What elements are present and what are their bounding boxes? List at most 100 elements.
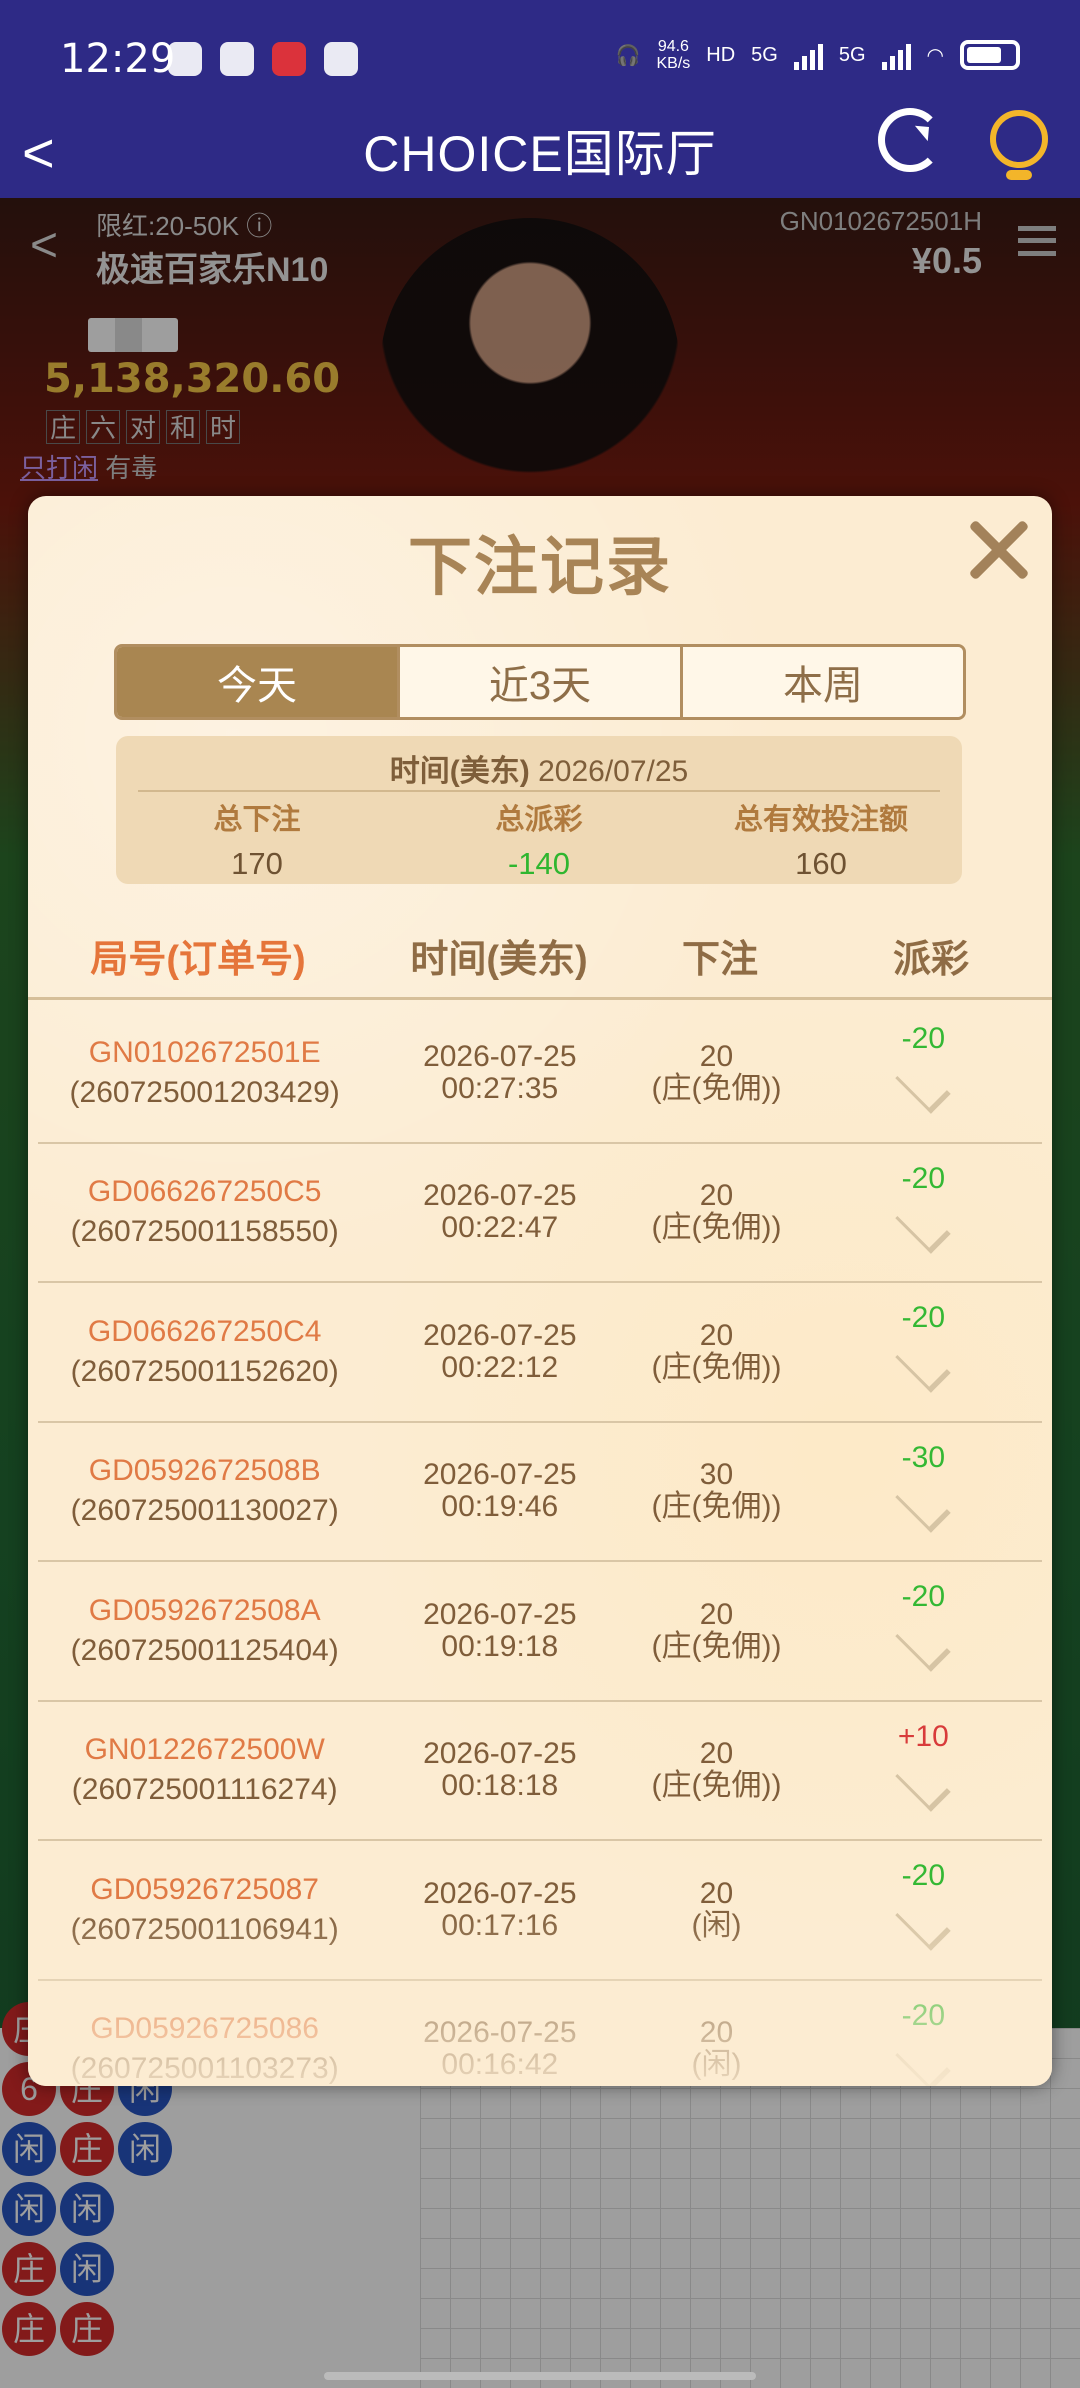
bet-amount: 20 (699, 1597, 734, 1631)
bet-time: 00:19:18 (441, 1629, 559, 1663)
round-id: GD0592672508A (88, 1593, 321, 1627)
table-row[interactable]: GD0592672508B (260725001130027) 2026-07-25… (38, 1423, 1042, 1562)
bet-date: 2026-07-25 (423, 1039, 577, 1073)
signal-label-1: 5G (751, 43, 778, 66)
bet-date: 2026-07-25 (423, 1876, 577, 1910)
map-app-icon (324, 42, 358, 76)
chevron-down-icon[interactable] (895, 1616, 952, 1672)
summary-date-label: 时间(美东) (389, 755, 530, 788)
table-header: 局号(订单号) 时间(美东) 下注 派彩 (28, 914, 1052, 1000)
bet-time: 00:22:12 (441, 1350, 559, 1384)
notification-icons (168, 42, 358, 76)
round-cell: GD0592672508B (260725001130027) (38, 1423, 371, 1561)
app-notification-icon (168, 42, 202, 76)
scroll-fade (28, 1906, 1052, 2086)
summary-date: 时间(美东) 2026/07/25 (116, 746, 962, 790)
net-speed: 94.6 KB/s (656, 38, 690, 72)
summary-columns: 总下注 170 总派彩 -140 总有效投注额 160 (116, 796, 962, 882)
chevron-down-icon[interactable] (895, 1058, 952, 1114)
table-row[interactable]: GN0122672500W (260725001116274) 2026-07-25… (38, 1702, 1042, 1841)
round-id: GD066267250C5 (87, 1175, 322, 1209)
customer-service-icon[interactable] (990, 110, 1048, 180)
time-cell: 2026-07-25 00:22:12 (371, 1283, 628, 1421)
hd-icon: HD (706, 43, 736, 66)
table-row[interactable]: GD0592672508A (260725001125404) 2026-07-25… (38, 1562, 1042, 1702)
time-cell: 2026-07-25 00:27:35 (371, 1004, 628, 1142)
bet-side: (庄(免佣)) (651, 1769, 782, 1803)
headphones-icon: 🎧 (615, 44, 641, 67)
date-range-tabs: 今天 近3天 本周 (114, 644, 966, 720)
refresh-icon[interactable] (878, 108, 942, 172)
signal-2-icon (881, 40, 911, 70)
payout-cell: -20 (805, 1144, 1042, 1282)
bet-side: (庄(免佣)) (651, 1490, 782, 1524)
chevron-down-icon[interactable] (895, 1755, 952, 1812)
time-cell: 2026-07-25 00:19:46 (371, 1423, 628, 1561)
payout-cell: -20 (805, 1283, 1042, 1421)
total-payout-label: 总派彩 (495, 804, 583, 836)
round-id: GD0592672508B (88, 1454, 321, 1488)
payout-cell: -20 (805, 1004, 1042, 1142)
summary-panel: 时间(美东) 2026/07/25 总下注 170 总派彩 -140 总有效投注… (116, 736, 962, 884)
alipay-icon (220, 42, 254, 76)
summary-divider (138, 790, 940, 792)
bet-time: 00:27:35 (441, 1071, 559, 1105)
total-bet-label: 总下注 (213, 804, 301, 836)
col-header-bet: 下注 (681, 939, 758, 981)
payout-value: +10 (897, 1719, 949, 1753)
table-row[interactable]: GD066267250C5 (260725001158550) 2026-07-25… (38, 1144, 1042, 1283)
close-icon[interactable] (958, 510, 1038, 590)
round-id: GD05926725087 (90, 1872, 319, 1906)
round-id: GN0122672500W (84, 1733, 325, 1767)
bet-cell: 20 (庄(免佣)) (628, 1283, 804, 1421)
chevron-down-icon[interactable] (895, 1476, 952, 1533)
bet-date: 2026-07-25 (423, 1318, 577, 1352)
bet-side: (庄(免佣)) (651, 1350, 782, 1384)
order-number: (260725001203429) (69, 1075, 340, 1109)
chevron-down-icon[interactable] (895, 1197, 952, 1254)
bet-record-modal: 下注记录 今天 近3天 本周 时间(美东) 2026/07/25 总下注 170… (28, 496, 1052, 2086)
bet-amount: 20 (699, 1876, 734, 1910)
tab-last-3-days[interactable]: 近3天 (397, 647, 680, 717)
round-cell: GD0592672508A (260725001125404) (38, 1562, 371, 1700)
bet-date: 2026-07-25 (423, 1179, 577, 1213)
bet-date: 2026-07-25 (423, 1597, 577, 1631)
total-valid-value: 160 (795, 846, 847, 881)
tab-today[interactable]: 今天 (117, 647, 397, 717)
total-payout-value: -140 (507, 846, 571, 881)
round-id: GN0102672501E (88, 1035, 321, 1069)
bet-amount: 20 (699, 1737, 734, 1771)
home-indicator[interactable] (324, 2372, 756, 2380)
bet-time: 00:18:18 (441, 1769, 559, 1803)
order-number: (260725001130027) (70, 1494, 339, 1528)
bet-cell: 20 (庄(免佣)) (628, 1702, 804, 1840)
battery-icon (960, 40, 1020, 70)
order-number: (260725001158550) (70, 1215, 339, 1249)
order-number: (260725001152620) (70, 1354, 339, 1388)
tab-this-week[interactable]: 本周 (680, 647, 963, 717)
top-bar: 12:29 🎧 94.6 KB/s HD 5G 5G ◠ < CHOICE国际厅 (0, 0, 1080, 198)
signal-1-icon (793, 40, 823, 70)
order-number: (260725001125404) (70, 1633, 339, 1667)
total-valid-label: 总有效投注额 (733, 804, 908, 836)
table-row[interactable]: GN0102672501E (260725001203429) 2026-07-25… (38, 1004, 1042, 1144)
table-row[interactable]: GD066267250C4 (260725001152620) 2026-07-25… (38, 1283, 1042, 1423)
bet-cell: 20 (庄(免佣)) (628, 1144, 804, 1282)
payout-value: -20 (901, 1022, 946, 1055)
summary-date-value: 2026/07/25 (538, 755, 689, 788)
payout-value: -30 (901, 1440, 946, 1474)
round-cell: GN0122672500W (260725001116274) (38, 1702, 371, 1840)
status-right: 🎧 94.6 KB/s HD 5G 5G ◠ (616, 38, 1020, 72)
payout-value: -20 (901, 1859, 946, 1892)
bet-amount: 20 (699, 1318, 734, 1352)
time-cell: 2026-07-25 00:19:18 (371, 1562, 628, 1700)
summary-total-valid: 总有效投注额 160 (680, 796, 962, 882)
bet-date: 2026-07-25 (423, 1737, 577, 1771)
bet-side: (庄(免佣)) (651, 1629, 782, 1663)
payout-cell: -30 (805, 1423, 1042, 1561)
round-cell: GN0102672501E (260725001203429) (38, 1004, 371, 1142)
bet-time: 00:19:46 (441, 1490, 559, 1524)
bet-amount: 30 (699, 1458, 734, 1492)
chevron-down-icon[interactable] (895, 1337, 952, 1393)
bet-amount: 20 (699, 1039, 734, 1073)
